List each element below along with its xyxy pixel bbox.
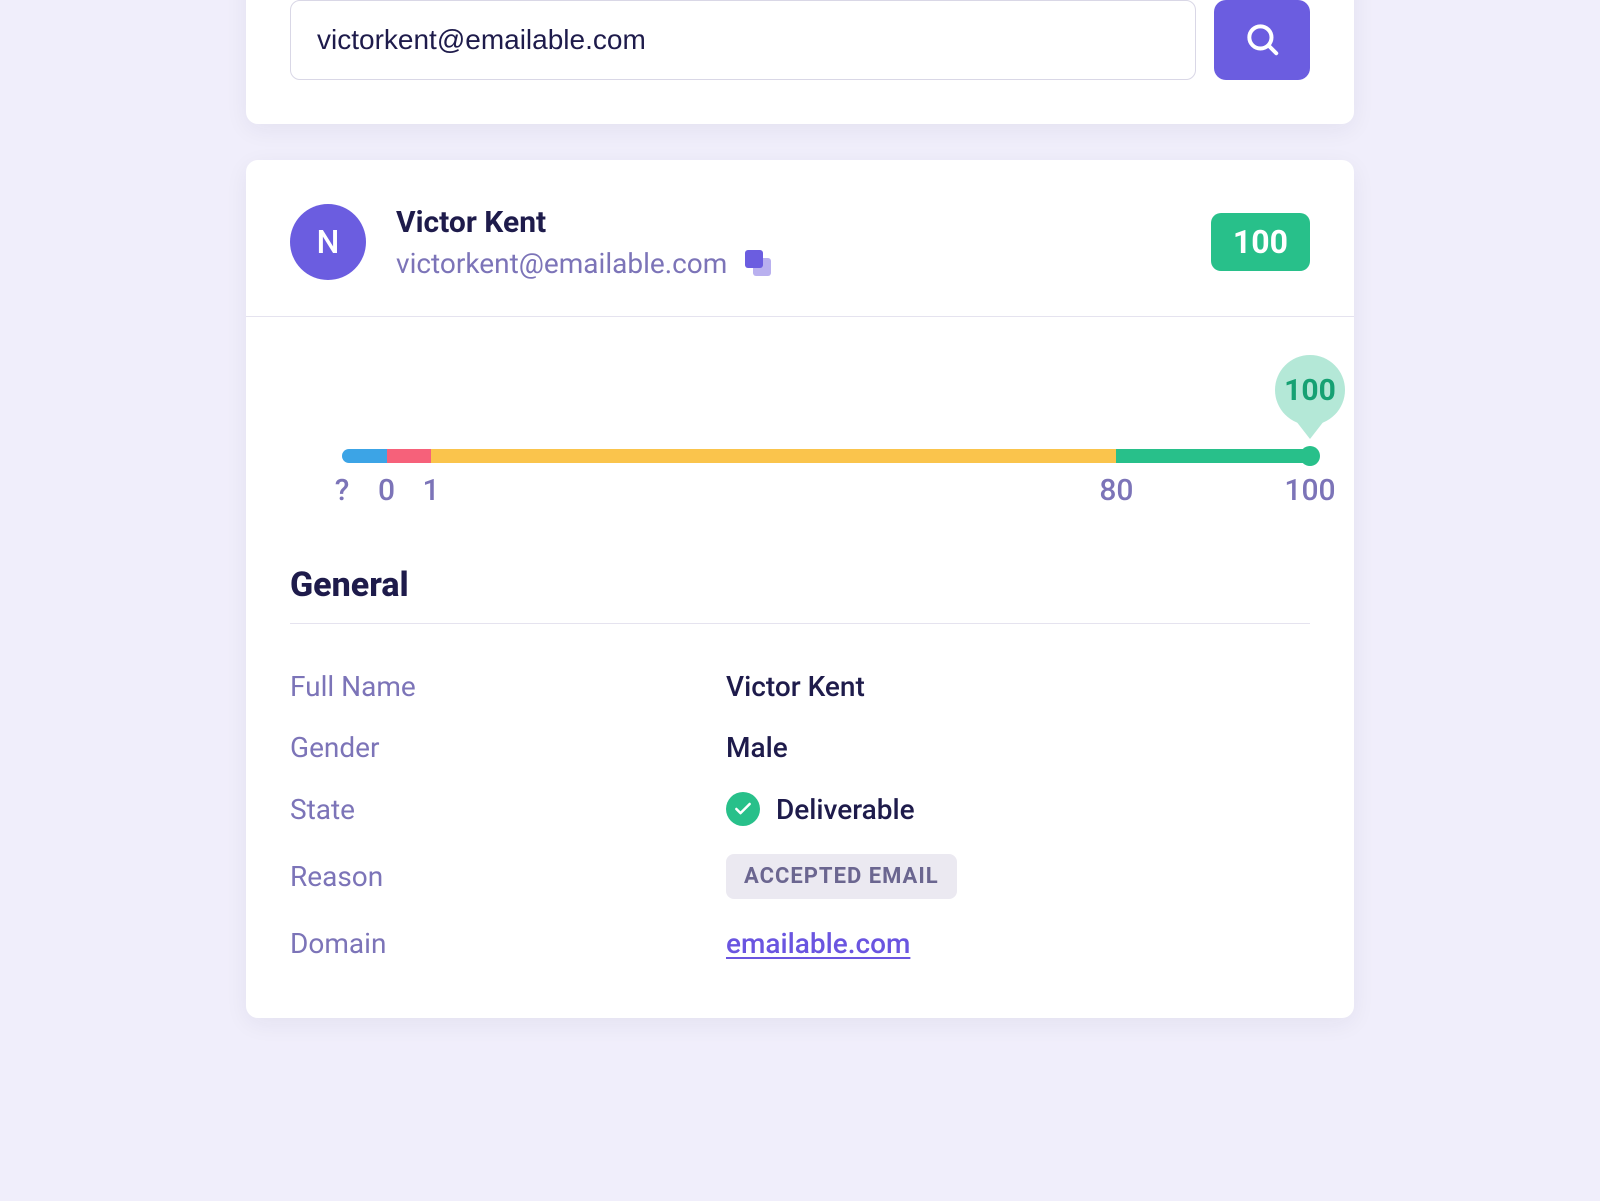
row-state: State Deliverable (290, 778, 1310, 840)
row-full-name: Full Name Victor Kent (290, 656, 1310, 717)
score-marker-value: 100 (1284, 373, 1336, 408)
score-badge: 100 (1211, 213, 1310, 271)
label-full-name: Full Name (290, 670, 726, 703)
tick-100: 100 (1284, 473, 1335, 508)
result-card: N Victor Kent victorkent@emailable.com 1… (246, 160, 1354, 1018)
label-domain: Domain (290, 927, 726, 960)
tick-0: 0 (378, 473, 395, 508)
state-text: Deliverable (776, 793, 915, 826)
general-list: Full Name Victor Kent Gender Male State … (246, 656, 1354, 1018)
score-section: 100 ? 0 1 80 100 General (246, 317, 1354, 656)
segment-valid (1116, 449, 1310, 463)
section-divider (290, 623, 1310, 624)
check-icon (726, 792, 760, 826)
identity: Victor Kent victorkent@emailable.com (396, 205, 771, 280)
section-title-general: General (290, 565, 1310, 605)
search-icon (1243, 20, 1281, 61)
tick-unknown: ? (335, 473, 350, 508)
value-reason: ACCEPTED EMAIL (726, 854, 957, 899)
segment-risky (431, 449, 1116, 463)
tick-80: 80 (1099, 473, 1133, 508)
value-state: Deliverable (726, 792, 915, 826)
score-marker-dot (1300, 446, 1320, 466)
search-card (246, 0, 1354, 124)
result-email: victorkent@emailable.com (396, 247, 727, 280)
segment-unknown (342, 449, 387, 463)
row-domain: Domain emailable.com (290, 913, 1310, 974)
result-header: N Victor Kent victorkent@emailable.com 1… (246, 160, 1354, 317)
row-gender: Gender Male (290, 717, 1310, 778)
domain-link[interactable]: emailable.com (726, 927, 910, 960)
search-row (290, 0, 1310, 80)
result-name: Victor Kent (396, 205, 771, 241)
avatar-initial: N (317, 223, 340, 261)
score-ticks: ? 0 1 80 100 (342, 473, 1310, 521)
label-state: State (290, 793, 726, 826)
label-gender: Gender (290, 731, 726, 764)
copy-icon[interactable] (745, 250, 771, 276)
value-full-name: Victor Kent (726, 670, 865, 703)
score-track: 100 ? 0 1 80 100 (290, 361, 1310, 521)
reason-chip: ACCEPTED EMAIL (726, 854, 957, 899)
email-search-input[interactable] (290, 0, 1196, 80)
avatar: N (290, 204, 366, 280)
score-marker-bubble: 100 (1275, 355, 1345, 425)
value-gender: Male (726, 731, 788, 764)
row-reason: Reason ACCEPTED EMAIL (290, 840, 1310, 913)
tick-1: 1 (423, 473, 440, 508)
segment-invalid (387, 449, 432, 463)
label-reason: Reason (290, 860, 726, 893)
search-button[interactable] (1214, 0, 1310, 80)
value-domain: emailable.com (726, 927, 910, 960)
